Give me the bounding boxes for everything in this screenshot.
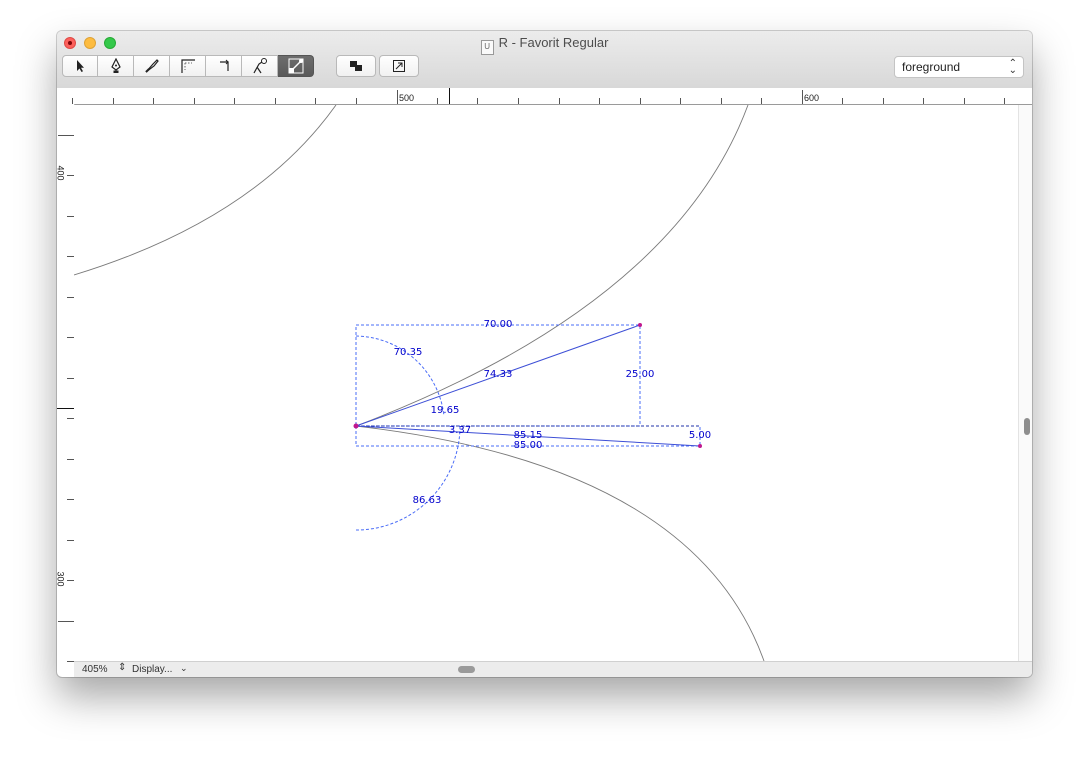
measure-tool-button[interactable]: [278, 55, 314, 77]
measure-label-height-right: 25.00: [626, 369, 655, 380]
pointer-tool-button[interactable]: [62, 55, 98, 77]
knife-icon: [144, 59, 159, 73]
updown-chevron-icon: ⌃ ⌄: [1008, 58, 1017, 76]
vertical-ruler: 400 300: [57, 104, 75, 667]
glyph-canvas[interactable]: 70.00 70.35 74.33 25.00 19.65 3.37 85.15…: [74, 105, 1019, 661]
measure-label-angle-top: 70.35: [394, 347, 423, 358]
anchor-curve-icon: [252, 58, 267, 74]
ruler-label-500: 500: [399, 93, 415, 103]
glyph-outline-upper-left: [74, 105, 337, 276]
status-bar: 405% ⇕ Display... ⌄: [74, 661, 1032, 677]
tool-palette: [62, 55, 314, 77]
window-title-area: U R - Favorit Regular: [57, 35, 1032, 55]
horizontal-ruler: 500 600: [57, 88, 1032, 105]
ruler-label-300: 300: [57, 571, 66, 587]
export-button[interactable]: [379, 55, 419, 77]
measure-label-angle-small: 3.37: [449, 425, 471, 436]
arrow-pointer-icon: [77, 60, 84, 72]
glyph-outline-upper-right: [355, 105, 749, 427]
chevron-down-icon[interactable]: ⌄: [180, 663, 188, 674]
vertical-scroll-thumb[interactable]: [1024, 418, 1030, 435]
display-menu[interactable]: Display...: [132, 664, 172, 675]
measure-point-origin[interactable]: [353, 423, 359, 429]
measure-label-height-small: 5.00: [689, 430, 711, 441]
horizontal-scroll-thumb[interactable]: [458, 666, 475, 673]
ruler-label-400: 400: [57, 165, 66, 181]
layer-select[interactable]: foreground ⌃ ⌄: [894, 56, 1024, 78]
zoom-stepper-icon[interactable]: ⇕: [118, 662, 126, 673]
horizontal-ruler-ticks: [72, 88, 1005, 104]
corner-icon: [219, 59, 229, 71]
glyph-outline-lower: [355, 425, 765, 661]
metrics-tool-button[interactable]: [170, 55, 206, 77]
layers-icon: [350, 61, 362, 71]
ruler-label-600: 600: [804, 93, 820, 103]
measure-icon: [288, 58, 303, 74]
measure-point-lower[interactable]: [698, 444, 702, 448]
angle-arc-lower: [355, 425, 461, 531]
zoom-level[interactable]: 405%: [82, 664, 108, 675]
anchor-tool-button[interactable]: [242, 55, 278, 77]
vertical-scrollbar[interactable]: [1018, 105, 1032, 661]
window-title: R - Favorit Regular: [498, 35, 609, 50]
metrics-corner-icon: [180, 59, 195, 73]
document-icon: U: [480, 40, 494, 55]
measure-label-top-width: 70.00: [484, 319, 513, 330]
box-arrow-icon: [393, 60, 405, 72]
measure-label-bottom-width: 85.00: [514, 440, 543, 451]
measure-label-angle-middle: 19.65: [431, 405, 460, 416]
layer-select-value: foreground: [902, 60, 961, 74]
app-window: U R - Favorit Regular foreground ⌃ ⌄ 500 …: [57, 31, 1032, 677]
layers-button[interactable]: [336, 55, 376, 77]
pen-nib-icon: [110, 58, 121, 73]
measure-label-hypotenuse-upper: 74.33: [484, 369, 513, 380]
titlebar: U R - Favorit Regular foreground ⌃ ⌄: [57, 31, 1032, 89]
measure-point-upper[interactable]: [638, 323, 642, 327]
knife-tool-button[interactable]: [134, 55, 170, 77]
pen-tool-button[interactable]: [98, 55, 134, 77]
corner-tool-button[interactable]: [206, 55, 242, 77]
measure-label-angle-bottom: 86.63: [413, 495, 442, 506]
